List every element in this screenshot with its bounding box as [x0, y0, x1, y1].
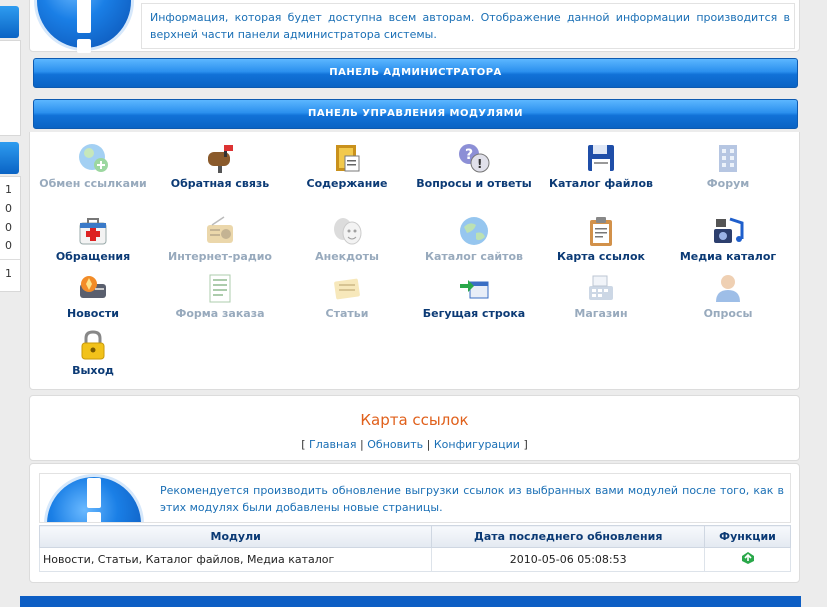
module-internet-radio[interactable]: Интернет-радио — [156, 215, 284, 264]
module-label: Содержание — [306, 177, 388, 190]
module-faq[interactable]: ?! Вопросы и ответы — [410, 142, 538, 191]
mailbox-icon — [204, 142, 236, 174]
media-icon — [712, 215, 744, 247]
globe-icon — [458, 215, 490, 247]
form-icon — [204, 272, 236, 304]
module-order-form[interactable]: Форма заказа — [156, 272, 284, 321]
module-feedback[interactable]: Обратная связь — [156, 142, 284, 191]
module-forum[interactable]: Форум — [664, 142, 792, 191]
svg-text:!: ! — [477, 157, 482, 171]
first-aid-icon — [77, 215, 109, 247]
sidebar-stat: 0 — [5, 202, 12, 215]
info-message-box: Информация, которая будет доступна всем … — [141, 3, 795, 49]
radio-icon — [204, 215, 236, 247]
module-label: Форум — [706, 177, 750, 190]
module-label: Вопросы и ответы — [416, 177, 532, 190]
module-polls[interactable]: Опросы — [664, 272, 792, 321]
sidebar-stat: 1 — [5, 183, 12, 196]
news-icon — [77, 272, 109, 304]
info-logo-icon — [44, 474, 144, 522]
sidebar-toggle-button-2[interactable] — [0, 142, 19, 174]
row-date: 2010-05-06 05:08:53 — [431, 547, 706, 572]
module-media-catalog[interactable]: Медиа каталог — [664, 215, 792, 264]
building-icon — [712, 142, 744, 174]
sitemap-title: Карта ссылок — [360, 411, 469, 429]
module-link-exchange[interactable]: Обмен ссылками — [29, 142, 157, 191]
column-header-date: Дата последнего обновления — [431, 525, 706, 548]
main-link[interactable]: Главная — [309, 438, 357, 451]
bracket-open: [ — [301, 438, 306, 451]
module-label: Интернет-радио — [168, 250, 272, 263]
module-label: Опросы — [703, 307, 753, 320]
module-label: Обращения — [55, 250, 131, 263]
sitemap-info-box: Рекомендуется производить обновление выг… — [39, 473, 791, 523]
sidebar-panel — [0, 40, 21, 136]
config-link[interactable]: Конфигурации — [434, 438, 520, 451]
sidebar-stat: 0 — [5, 221, 12, 234]
top-info-card: Информация, которая будет доступна всем … — [29, 0, 800, 53]
column-header-functions: Функции — [704, 525, 791, 548]
separator: | — [426, 438, 431, 451]
module-label: Карта ссылок — [557, 250, 645, 263]
module-label: Магазин — [574, 307, 628, 320]
book-icon — [331, 142, 363, 174]
module-label: Обратная связь — [170, 177, 270, 190]
globe-add-icon — [77, 142, 109, 174]
footer-bar — [20, 596, 801, 607]
separator: | — [360, 438, 364, 451]
module-label: Статьи — [325, 307, 369, 320]
module-site-catalog[interactable]: Каталог сайтов — [410, 215, 538, 264]
module-label: Медиа каталог — [679, 250, 777, 263]
sitemap-nav: [ Главная | Обновить | Конфигурации ] — [29, 438, 800, 451]
info-message: Информация, которая будет доступна всем … — [150, 11, 790, 41]
admin-panel-bar[interactable]: ПАНЕЛЬ АДМИНИСТРАТОРА — [33, 58, 798, 88]
modules-table: Модули Дата последнего обновления Функци… — [38, 525, 791, 572]
refresh-link[interactable]: Обновить — [367, 438, 423, 451]
module-requests[interactable]: Обращения — [29, 215, 157, 264]
sidebar-stats-panel: 1 0 0 0 1 — [0, 176, 21, 292]
table-row: Новости, Статьи, Каталог файлов, Медиа к… — [38, 547, 791, 572]
clipboard-icon — [585, 215, 617, 247]
module-label: Бегущая строка — [422, 307, 526, 320]
module-label: Выход — [72, 364, 114, 377]
ticker-icon — [458, 272, 490, 304]
articles-icon — [331, 272, 363, 304]
module-label: Обмен ссылками — [39, 177, 147, 190]
refresh-action-icon[interactable] — [741, 551, 755, 568]
module-sitemap[interactable]: Карта ссылок — [537, 215, 665, 264]
module-label: Новости — [67, 307, 119, 320]
modules-panel-bar[interactable]: ПАНЕЛЬ УПРАВЛЕНИЯ МОДУЛЯМИ — [33, 99, 798, 129]
module-file-catalog[interactable]: Каталог файлов — [537, 142, 665, 191]
module-news[interactable]: Новости — [29, 272, 157, 321]
column-header-modules: Модули — [38, 525, 433, 548]
module-logout[interactable]: Выход — [29, 329, 157, 378]
module-ticker[interactable]: Бегущая строка — [410, 272, 538, 321]
modules-grid: Обмен ссылками Обратная связь Содержание… — [29, 132, 800, 390]
sidebar-stat: 0 — [5, 239, 12, 252]
module-label: Форма заказа — [175, 307, 265, 320]
module-articles[interactable]: Статьи — [283, 272, 411, 321]
cash-register-icon — [585, 272, 617, 304]
module-contents[interactable]: Содержание — [283, 142, 411, 191]
masks-icon — [331, 215, 363, 247]
row-modules: Новости, Статьи, Каталог файлов, Медиа к… — [38, 547, 433, 572]
module-shop[interactable]: Магазин — [537, 272, 665, 321]
sidebar-stat: 1 — [5, 267, 12, 280]
row-functions — [704, 547, 791, 572]
left-sidebar: 1 0 0 0 1 — [0, 0, 21, 607]
lock-icon — [77, 329, 109, 361]
module-label: Каталог файлов — [548, 177, 654, 190]
sitemap-info-message: Рекомендуется производить обновление выг… — [160, 484, 784, 514]
user-icon — [712, 272, 744, 304]
floppy-icon — [585, 142, 617, 174]
sidebar-toggle-button[interactable] — [0, 6, 19, 38]
module-label: Каталог сайтов — [425, 250, 523, 263]
bracket-close: ] — [523, 438, 528, 451]
module-jokes[interactable]: Анекдоты — [283, 215, 411, 264]
info-logo-icon — [34, 0, 134, 53]
question-icon: ?! — [458, 142, 490, 174]
module-label: Анекдоты — [315, 250, 379, 263]
